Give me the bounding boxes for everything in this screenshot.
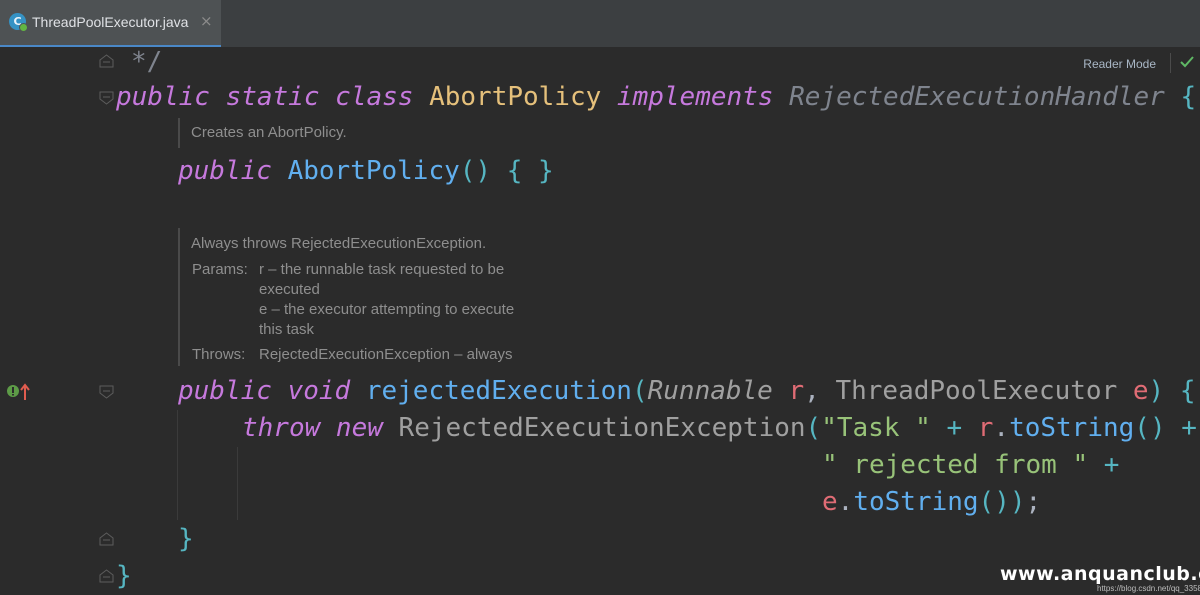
close-icon[interactable]: × [200, 12, 213, 30]
method-doc-param-r-cont: executed [259, 281, 320, 298]
tostring-line: e.toString()); [822, 487, 1042, 517]
doc-comment-bar [178, 118, 180, 148]
interface-name: RejectedExecutionHandler [789, 82, 1165, 112]
editor-tab-bar: C ThreadPoolExecutor.java × [0, 0, 1200, 48]
doc-comment-bar [178, 228, 180, 366]
indent-guide [177, 410, 178, 520]
toolbar-divider [1170, 53, 1171, 73]
method-doc-summary: Always throws RejectedExecutionException… [191, 235, 487, 252]
constructor-name: AbortPolicy [287, 156, 460, 186]
java-class-icon: C [9, 13, 28, 32]
watermark: www.anquanclub.cn [1000, 563, 1200, 585]
method-doc-throws: RejectedExecutionException – always [259, 346, 513, 363]
ctor-doc: Creates an AbortPolicy. [191, 124, 347, 141]
tab-title: ThreadPoolExecutor.java [32, 14, 189, 30]
method-doc-param-e: e – the executor attempting to execute [259, 301, 515, 318]
fold-marker-icon[interactable] [99, 91, 114, 105]
constructor-line: public AbortPolicy() { } [178, 156, 554, 186]
fold-marker-icon[interactable] [99, 54, 114, 68]
comment-end: */ [131, 47, 163, 77]
class-declaration-line: public static class AbortPolicy implemen… [116, 82, 1197, 112]
fold-marker-icon[interactable] [99, 569, 114, 583]
class-close-brace: } [116, 561, 132, 591]
tab-threadpoolexecutor[interactable]: C ThreadPoolExecutor.java × [0, 0, 221, 47]
string-continuation-line: " rejected from " + [822, 450, 1120, 480]
method-signature-line: public void rejectedExecution(Runnable r… [178, 376, 1196, 406]
method-doc-param-r: r – the runnable task requested to be [259, 261, 505, 278]
fold-marker-icon[interactable] [99, 532, 114, 546]
reader-mode-button[interactable]: Reader Mode [1083, 57, 1156, 71]
method-close-brace: } [178, 524, 194, 554]
throw-line: throw new RejectedExecutionException("Ta… [242, 413, 1197, 443]
exception-name: RejectedExecutionException [398, 413, 806, 443]
method-doc-throws-label: Throws: [192, 346, 246, 363]
watermark-url: https://blog.csdn.net/qq_33589510 [1097, 584, 1200, 593]
method-doc-params-label: Params: [192, 261, 248, 278]
method-name: rejectedExecution [365, 376, 632, 406]
indent-guide [237, 447, 238, 520]
check-icon[interactable] [1180, 56, 1194, 68]
class-name: AbortPolicy [429, 82, 602, 112]
fold-marker-icon[interactable] [99, 385, 114, 399]
method-doc-param-e-cont: this task [259, 321, 315, 338]
implements-method-icon[interactable] [6, 383, 34, 401]
